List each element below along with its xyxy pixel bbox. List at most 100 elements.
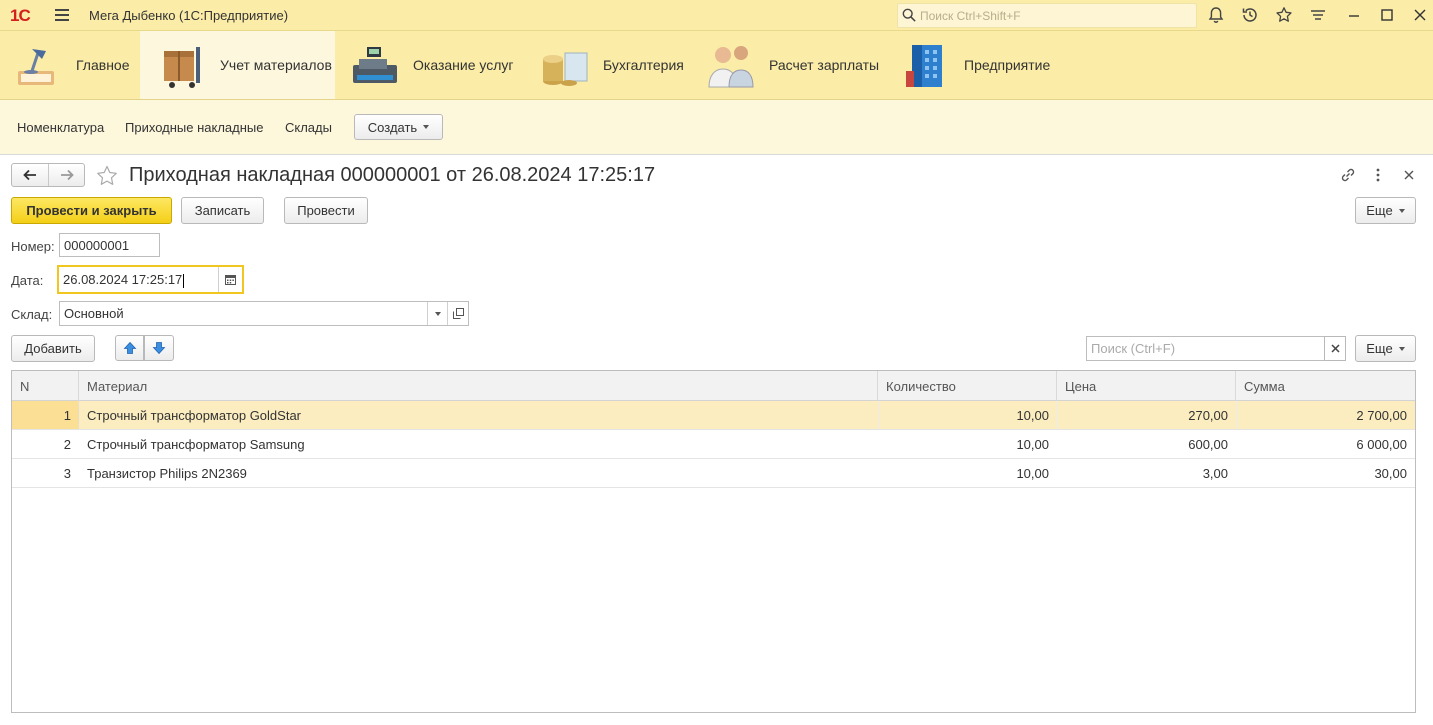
post-button[interactable]: Провести <box>284 197 368 224</box>
maximize-icon[interactable] <box>1378 6 1396 24</box>
post-and-close-button[interactable]: Провести и закрыть <box>11 197 172 224</box>
cell-n: 3 <box>63 466 71 481</box>
history-nav-group <box>11 163 85 187</box>
favorites-star-icon[interactable] <box>1275 6 1293 24</box>
date-field[interactable]: 26.08.2024 17:25:17 <box>57 265 244 294</box>
arrow-down-icon <box>152 342 166 355</box>
section-payroll-label: Расчет зарплаты <box>769 57 880 73</box>
number-label: Номер: <box>11 239 55 254</box>
warehouse-value: Основной <box>64 306 124 321</box>
clear-search-button[interactable] <box>1324 336 1346 361</box>
chevron-down-icon <box>434 311 441 316</box>
cell-sum: 30,00 <box>1374 466 1407 481</box>
cell-material: Строчный трансформатор GoldStar <box>87 408 301 423</box>
search-icon <box>902 8 916 22</box>
close-form-icon[interactable] <box>1400 166 1418 184</box>
1c-logo: 1С <box>10 6 31 25</box>
warehouse-open-button[interactable] <box>447 302 468 325</box>
search-placeholder: Поиск Ctrl+Shift+F <box>920 9 1021 23</box>
sections-panel: Главное Учет материалов Оказание услуг Б… <box>0 31 1433 100</box>
bell-icon[interactable] <box>1207 6 1225 24</box>
add-row-button[interactable]: Добавить <box>11 335 95 362</box>
table-row[interactable]: 2 Строчный трансформатор Samsung 10,00 6… <box>12 430 1415 459</box>
close-window-icon[interactable] <box>1411 6 1429 24</box>
form-more-label: Еще <box>1366 203 1393 218</box>
arrow-right-icon <box>61 169 74 181</box>
open-window-icon <box>452 308 464 319</box>
warehouse-label: Склад: <box>11 307 53 322</box>
create-dropdown-button[interactable]: Создать <box>354 114 443 140</box>
warehouse-dropdown-button[interactable] <box>427 302 447 325</box>
cell-price: 270,00 <box>1188 408 1228 423</box>
desk-lamp-icon <box>18 49 54 85</box>
arrow-left-icon <box>23 169 36 181</box>
column-header-price[interactable]: Цена <box>1057 371 1236 401</box>
calendar-button[interactable] <box>218 267 242 292</box>
table-row[interactable]: 3 Транзистор Philips 2N2369 10,00 3,00 3… <box>12 459 1415 488</box>
form-more-button[interactable]: Еще <box>1355 197 1416 224</box>
link-icon[interactable] <box>1339 166 1357 184</box>
table-search-input[interactable]: Поиск (Ctrl+F) <box>1086 336 1325 361</box>
section-accounting-label: Бухгалтерия <box>603 57 684 73</box>
section-main[interactable]: Главное <box>0 31 140 99</box>
cell-n: 1 <box>12 401 79 429</box>
table-more-label: Еще <box>1366 341 1393 356</box>
cell-sum: 2 700,00 <box>1356 408 1407 423</box>
cell-price: 600,00 <box>1188 437 1228 452</box>
number-field[interactable]: 000000001 <box>59 233 160 257</box>
table-header: N Материал Количество Цена Сумма <box>12 371 1415 401</box>
table-more-button[interactable]: Еще <box>1355 335 1416 362</box>
chevron-down-icon <box>1398 208 1405 213</box>
cell-material: Строчный трансформатор Samsung <box>87 437 305 452</box>
column-header-n[interactable]: N <box>12 371 79 401</box>
boxes-cart-icon <box>164 47 200 88</box>
warehouse-field[interactable]: Основной <box>59 301 469 326</box>
more-actions-icon[interactable] <box>1369 166 1387 184</box>
nav-link-receipts[interactable]: Приходные накладные <box>125 120 263 135</box>
chevron-down-icon <box>1398 346 1405 351</box>
cell-material: Транзистор Philips 2N2369 <box>87 466 247 481</box>
section-materials[interactable]: Учет материалов <box>140 31 335 99</box>
materials-table[interactable]: N Материал Количество Цена Сумма 1 Строч… <box>11 370 1416 713</box>
column-header-sum[interactable]: Сумма <box>1236 371 1415 401</box>
title-bar: 1С Мега Дыбенко (1С:Предприятие) Поиск C… <box>0 0 1433 31</box>
functions-menu-icon[interactable] <box>1309 6 1327 24</box>
column-header-quantity[interactable]: Количество <box>878 371 1057 401</box>
section-payroll[interactable]: Расчет зарплаты <box>695 31 890 99</box>
arrow-up-icon <box>123 341 136 354</box>
cell-price: 3,00 <box>1202 466 1228 481</box>
date-label: Дата: <box>11 273 44 288</box>
save-button[interactable]: Записать <box>181 197 264 224</box>
section-accounting[interactable]: Бухгалтерия <box>525 31 695 99</box>
calendar-icon <box>225 275 236 285</box>
back-button[interactable] <box>12 164 48 186</box>
add-to-favorites-icon[interactable] <box>95 164 119 188</box>
column-header-material[interactable]: Материал <box>79 371 878 401</box>
minimize-icon[interactable] <box>1345 6 1363 24</box>
table-row[interactable]: 1 Строчный трансформатор GoldStar 10,00 … <box>12 401 1415 430</box>
cell-quantity: 10,00 <box>1016 437 1049 452</box>
nav-link-warehouses[interactable]: Склады <box>285 120 332 135</box>
chevron-down-icon <box>423 125 430 129</box>
history-icon[interactable] <box>1241 6 1259 24</box>
cell-quantity: 10,00 <box>1016 408 1049 423</box>
move-down-button[interactable] <box>144 335 174 361</box>
cell-n: 2 <box>63 437 71 452</box>
forward-button[interactable] <box>49 164 85 186</box>
global-search-input[interactable]: Поиск Ctrl+Shift+F <box>897 3 1197 28</box>
section-services[interactable]: Оказание услуг <box>335 31 525 99</box>
form-title: Приходная накладная 000000001 от 26.08.2… <box>129 164 656 186</box>
cell-quantity: 10,00 <box>1016 466 1049 481</box>
cell-sum: 6 000,00 <box>1356 437 1407 452</box>
date-value: 26.08.2024 17:25:17 <box>63 272 183 287</box>
section-enterprise[interactable]: Предприятие <box>890 31 1060 99</box>
people-icon <box>708 46 754 88</box>
move-up-button[interactable] <box>115 335 144 361</box>
app-title: Мега Дыбенко (1С:Предприятие) <box>89 8 289 23</box>
main-menu-icon[interactable] <box>55 9 69 21</box>
section-enterprise-label: Предприятие <box>964 57 1051 73</box>
section-commands-panel: Номенклатура Приходные накладные Склады … <box>0 100 1433 155</box>
section-materials-label: Учет материалов <box>220 57 332 73</box>
nav-link-nomenclature[interactable]: Номенклатура <box>17 120 104 135</box>
clear-icon <box>1330 344 1340 353</box>
